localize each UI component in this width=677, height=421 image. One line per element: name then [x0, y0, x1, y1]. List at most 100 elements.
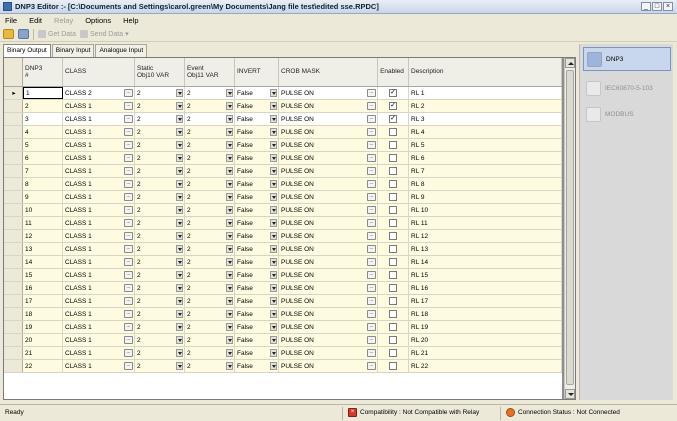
- open-folder-icon[interactable]: [3, 29, 14, 39]
- chevron-down-icon[interactable]: [176, 128, 183, 136]
- scroll-thumb[interactable]: [566, 70, 574, 385]
- chevron-down-icon[interactable]: [176, 336, 183, 344]
- menu-help[interactable]: Help: [123, 16, 138, 25]
- row-selector[interactable]: [4, 178, 23, 190]
- chevron-down-icon[interactable]: [270, 89, 277, 97]
- dnp3-number-cell[interactable]: 9: [23, 191, 63, 203]
- menu-file[interactable]: File: [5, 16, 17, 25]
- event-var-cell[interactable]: 2: [185, 321, 235, 333]
- crob-ellipsis-button[interactable]: ...: [367, 141, 376, 149]
- static-var-cell[interactable]: 2: [135, 217, 185, 229]
- class-cell[interactable]: CLASS 1...: [63, 178, 135, 190]
- crob-ellipsis-button[interactable]: ...: [367, 349, 376, 357]
- class-ellipsis-button[interactable]: ...: [124, 193, 133, 201]
- enabled-checkbox[interactable]: [389, 310, 397, 318]
- chevron-down-icon[interactable]: [176, 284, 183, 292]
- chevron-down-icon[interactable]: [176, 89, 183, 97]
- class-ellipsis-button[interactable]: ...: [124, 102, 133, 110]
- class-ellipsis-button[interactable]: ...: [124, 362, 133, 370]
- chevron-down-icon[interactable]: [176, 180, 183, 188]
- crob-ellipsis-button[interactable]: ...: [367, 128, 376, 136]
- invert-cell[interactable]: False: [235, 113, 279, 125]
- event-var-cell[interactable]: 2: [185, 100, 235, 112]
- table-row[interactable]: 21 CLASS 1... 2 2 False PULSE ON... RL 21: [4, 347, 562, 360]
- row-selector[interactable]: [4, 191, 23, 203]
- invert-cell[interactable]: False: [235, 334, 279, 346]
- crob-mask-cell[interactable]: PULSE ON...: [279, 230, 378, 242]
- maximize-button[interactable]: □: [652, 2, 662, 11]
- invert-cell[interactable]: False: [235, 152, 279, 164]
- class-cell[interactable]: CLASS 1...: [63, 295, 135, 307]
- crob-mask-cell[interactable]: PULSE ON...: [279, 295, 378, 307]
- invert-cell[interactable]: False: [235, 243, 279, 255]
- event-var-cell[interactable]: 2: [185, 113, 235, 125]
- invert-cell[interactable]: False: [235, 360, 279, 372]
- crob-mask-cell[interactable]: PULSE ON...: [279, 126, 378, 138]
- chevron-down-icon[interactable]: [226, 128, 233, 136]
- chevron-down-icon[interactable]: [226, 245, 233, 253]
- dnp3-number-cell[interactable]: 11: [23, 217, 63, 229]
- chevron-down-icon[interactable]: [176, 219, 183, 227]
- description-cell[interactable]: RL 8: [409, 178, 562, 190]
- menu-options[interactable]: Options: [85, 16, 111, 25]
- class-ellipsis-button[interactable]: ...: [124, 141, 133, 149]
- table-row[interactable]: 10 CLASS 1... 2 2 False PULSE ON... RL 10: [4, 204, 562, 217]
- event-var-cell[interactable]: 2: [185, 87, 235, 99]
- class-ellipsis-button[interactable]: ...: [124, 323, 133, 331]
- class-cell[interactable]: CLASS 1...: [63, 152, 135, 164]
- invert-cell[interactable]: False: [235, 87, 279, 99]
- static-var-cell[interactable]: 2: [135, 269, 185, 281]
- chevron-down-icon[interactable]: [226, 154, 233, 162]
- dnp3-number-cell[interactable]: 14: [23, 256, 63, 268]
- chevron-down-icon[interactable]: [270, 258, 277, 266]
- enabled-cell[interactable]: [378, 191, 409, 203]
- table-row[interactable]: 4 CLASS 1... 2 2 False PULSE ON... RL 4: [4, 126, 562, 139]
- chevron-down-icon[interactable]: [176, 271, 183, 279]
- crob-mask-cell[interactable]: PULSE ON...: [279, 256, 378, 268]
- menu-relay[interactable]: Relay: [54, 16, 73, 25]
- chevron-down-icon[interactable]: [270, 362, 277, 370]
- class-cell[interactable]: CLASS 1...: [63, 269, 135, 281]
- chevron-down-icon[interactable]: [176, 141, 183, 149]
- chevron-down-icon[interactable]: [270, 128, 277, 136]
- class-ellipsis-button[interactable]: ...: [124, 232, 133, 240]
- event-var-cell[interactable]: 2: [185, 230, 235, 242]
- enabled-checkbox[interactable]: [389, 297, 397, 305]
- description-cell[interactable]: RL 2: [409, 100, 562, 112]
- row-selector[interactable]: [4, 321, 23, 333]
- table-row[interactable]: 14 CLASS 1... 2 2 False PULSE ON... RL 14: [4, 256, 562, 269]
- row-selector[interactable]: [4, 139, 23, 151]
- description-cell[interactable]: RL 3: [409, 113, 562, 125]
- class-ellipsis-button[interactable]: ...: [124, 245, 133, 253]
- dnp3-number-cell[interactable]: 19: [23, 321, 63, 333]
- chevron-down-icon[interactable]: [176, 232, 183, 240]
- crob-ellipsis-button[interactable]: ...: [367, 310, 376, 318]
- class-ellipsis-button[interactable]: ...: [124, 297, 133, 305]
- dnp3-number-cell[interactable]: 20: [23, 334, 63, 346]
- chevron-down-icon[interactable]: [270, 180, 277, 188]
- static-var-cell[interactable]: 2: [135, 178, 185, 190]
- chevron-down-icon[interactable]: [270, 323, 277, 331]
- event-var-cell[interactable]: 2: [185, 295, 235, 307]
- row-selector[interactable]: ▸: [4, 87, 23, 99]
- chevron-down-icon[interactable]: [226, 336, 233, 344]
- enabled-cell[interactable]: [378, 347, 409, 359]
- event-var-cell[interactable]: 2: [185, 191, 235, 203]
- crob-ellipsis-button[interactable]: ...: [367, 271, 376, 279]
- static-var-cell[interactable]: 2: [135, 308, 185, 320]
- static-var-cell[interactable]: 2: [135, 165, 185, 177]
- invert-cell[interactable]: False: [235, 100, 279, 112]
- class-cell[interactable]: CLASS 1...: [63, 256, 135, 268]
- crob-ellipsis-button[interactable]: ...: [367, 362, 376, 370]
- enabled-checkbox[interactable]: [389, 128, 397, 136]
- dnp3-number-cell[interactable]: 10: [23, 204, 63, 216]
- invert-cell[interactable]: False: [235, 347, 279, 359]
- description-cell[interactable]: RL 20: [409, 334, 562, 346]
- crob-ellipsis-button[interactable]: ...: [367, 297, 376, 305]
- static-var-cell[interactable]: 2: [135, 295, 185, 307]
- table-row[interactable]: 19 CLASS 1... 2 2 False PULSE ON... RL 19: [4, 321, 562, 334]
- header-class[interactable]: CLASS: [63, 58, 135, 86]
- enabled-cell[interactable]: [378, 334, 409, 346]
- chevron-down-icon[interactable]: [226, 167, 233, 175]
- table-row[interactable]: 20 CLASS 1... 2 2 False PULSE ON... RL 20: [4, 334, 562, 347]
